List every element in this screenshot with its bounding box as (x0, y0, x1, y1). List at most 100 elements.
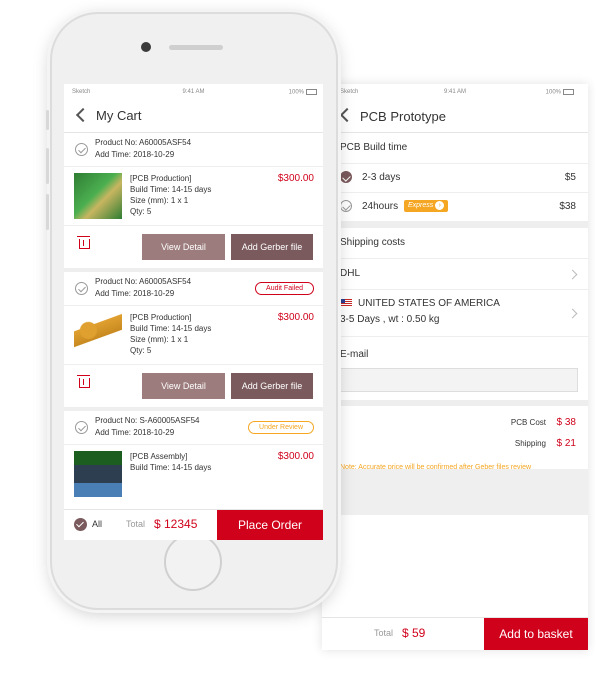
chevron-right-icon (567, 269, 578, 280)
shipping-cost-label: Shipping (514, 439, 546, 448)
cart-item: Product No: S-A60005ASF54 Add Time: 2018… (64, 411, 323, 503)
place-order-button[interactable]: Place Order (217, 510, 323, 540)
add-time: Add Time: 2018-10-29 (95, 289, 175, 298)
status-bar: Sketch 9:41 AM 100% (322, 84, 588, 100)
battery-indicator: 100% (546, 89, 574, 96)
page-title: My Cart (96, 108, 142, 123)
build-option-2-3-days[interactable]: 2-3 days $5 (322, 164, 588, 193)
unselected-check-icon[interactable] (340, 200, 352, 212)
product-number: Product No: S-A60005ASF54 (95, 416, 200, 425)
camera (141, 42, 151, 52)
battery-indicator: 100% (289, 89, 317, 96)
check-icon[interactable] (75, 282, 88, 295)
item-header: Product No: A60005ASF54 Add Time: 2018-1… (64, 272, 323, 306)
build-option-24hours[interactable]: 24hours Express › $38 (322, 193, 588, 222)
email-label: E-mail (340, 349, 369, 360)
header: My Cart (64, 100, 323, 133)
option-price: $5 (564, 172, 576, 183)
header: PCB Prototype (322, 100, 588, 133)
back-arrow-icon[interactable] (339, 107, 355, 123)
home-button[interactable] (164, 533, 222, 591)
total-value: $ 59 (402, 626, 426, 640)
item-description: [PCB Production] Build Time: 14-15 days … (130, 173, 211, 217)
pcb-thumbnail (74, 312, 122, 358)
item-build-time: Build Time: 14-15 days (130, 185, 212, 194)
item-body: [PCB Production] Build Time: 14-15 days … (64, 306, 323, 364)
add-time: Add Time: 2018-10-29 (95, 150, 175, 159)
item-actions: View Detail Add Gerber file (64, 364, 323, 407)
option-label: 2-3 days (362, 172, 401, 183)
item-build-time: Build Time: 14-15 days (130, 324, 212, 333)
carrier-value: DHL (340, 268, 361, 279)
item-header: Product No: S-A60005ASF54 Add Time: 2018… (64, 411, 323, 445)
item-actions: View Detail Add Gerber file (64, 225, 323, 268)
cart-item: Product No: A60005ASF54 Add Time: 2018-1… (64, 272, 323, 407)
pcb-cost-row: PCB Cost $ 38 (322, 412, 588, 433)
pcb-thumbnail (74, 173, 122, 219)
select-all-check-icon[interactable] (74, 518, 87, 531)
clock: 9:41 AM (182, 89, 205, 95)
pcb-cost-value: $ 38 (556, 417, 576, 428)
item-build-time: Build Time: 14-15 days (130, 463, 212, 472)
item-body: [PCB Production] Build Time: 14-15 days … (64, 167, 323, 225)
shipping-cost-row: Shipping $ 21 (322, 433, 588, 454)
back-arrow-icon[interactable] (75, 107, 91, 123)
mute-switch (46, 110, 49, 130)
item-type: [PCB Production] (130, 174, 192, 183)
us-flag-icon (340, 299, 352, 308)
speaker (169, 45, 223, 50)
item-size: Size (mm): 1 x 1 (130, 335, 189, 344)
status-bar: Sketch 9:41 AM 100% (64, 84, 323, 100)
pcb-prototype-screen: Sketch 9:41 AM 100% PCB Prototype PCB Bu… (322, 84, 588, 650)
item-price: $300.00 (277, 173, 314, 184)
view-detail-button[interactable]: View Detail (142, 373, 225, 399)
option-label: 24hours (362, 201, 399, 212)
shipping-section-label: Shipping costs (322, 228, 588, 259)
my-cart-screen: Sketch 9:41 AM 100% My Cart Product No: … (64, 84, 323, 540)
trash-icon[interactable] (77, 236, 90, 249)
shipping-cost-value: $ 21 (556, 438, 576, 449)
country-select[interactable]: UNITED STATES OF AMERICA 3-5 Days , wt :… (322, 290, 588, 337)
express-badge: Express › (404, 200, 449, 212)
item-price: $300.00 (277, 312, 314, 323)
email-field[interactable] (340, 368, 578, 392)
pcb-cost-label: PCB Cost (510, 418, 546, 427)
volume-up-button (46, 148, 49, 184)
add-gerber-file-button[interactable]: Add Gerber file (231, 373, 313, 399)
item-size: Size (mm): 1 x 1 (130, 196, 189, 205)
trash-icon[interactable] (77, 375, 90, 388)
total-value: $ 12345 (154, 517, 198, 531)
product-number: Product No: A60005ASF54 (95, 277, 192, 286)
select-all-label: All (92, 519, 103, 529)
option-price: $38 (559, 201, 576, 212)
total-label: Total (374, 628, 394, 638)
carrier-select[interactable]: DHL (322, 259, 588, 290)
item-body: [PCB Assembly] Build Time: 14-15 days $3… (64, 445, 323, 503)
check-icon[interactable] (75, 143, 88, 156)
add-time: Add Time: 2018-10-29 (95, 428, 175, 437)
express-label: Express (408, 202, 434, 209)
selected-check-icon[interactable] (340, 171, 352, 183)
item-description: [PCB Assembly] Build Time: 14-15 days (130, 451, 211, 473)
item-qty: Qty: 5 (130, 207, 152, 216)
product-number: Product No: A60005ASF54 (95, 138, 192, 147)
arrow-right-icon: › (435, 200, 445, 210)
bottom-bar: Total $ 59 Add to basket (322, 617, 588, 650)
build-time-section-label: PCB Build time (322, 133, 588, 164)
cart-item: Product No: A60005ASF54 Add Time: 2018-1… (64, 133, 323, 268)
status-badge: Under Review (248, 421, 314, 434)
total-label: Total (126, 519, 146, 529)
item-header: Product No: A60005ASF54 Add Time: 2018-1… (64, 133, 323, 167)
add-to-basket-button[interactable]: Add to basket (484, 618, 588, 650)
pcb-thumbnail (74, 451, 122, 497)
add-gerber-file-button[interactable]: Add Gerber file (231, 234, 313, 260)
delivery-info: 3-5 Days , wt : 0.50 kg (340, 314, 440, 325)
item-qty: Qty: 5 (130, 346, 152, 355)
check-icon[interactable] (75, 421, 88, 434)
page-title: PCB Prototype (360, 109, 446, 124)
country-value: UNITED STATES OF AMERICA (358, 298, 500, 309)
volume-down-button (46, 194, 49, 230)
item-description: [PCB Production] Build Time: 14-15 days … (130, 312, 211, 356)
bottom-bar: All Total $ 12345 Place Order (64, 509, 323, 540)
view-detail-button[interactable]: View Detail (142, 234, 225, 260)
